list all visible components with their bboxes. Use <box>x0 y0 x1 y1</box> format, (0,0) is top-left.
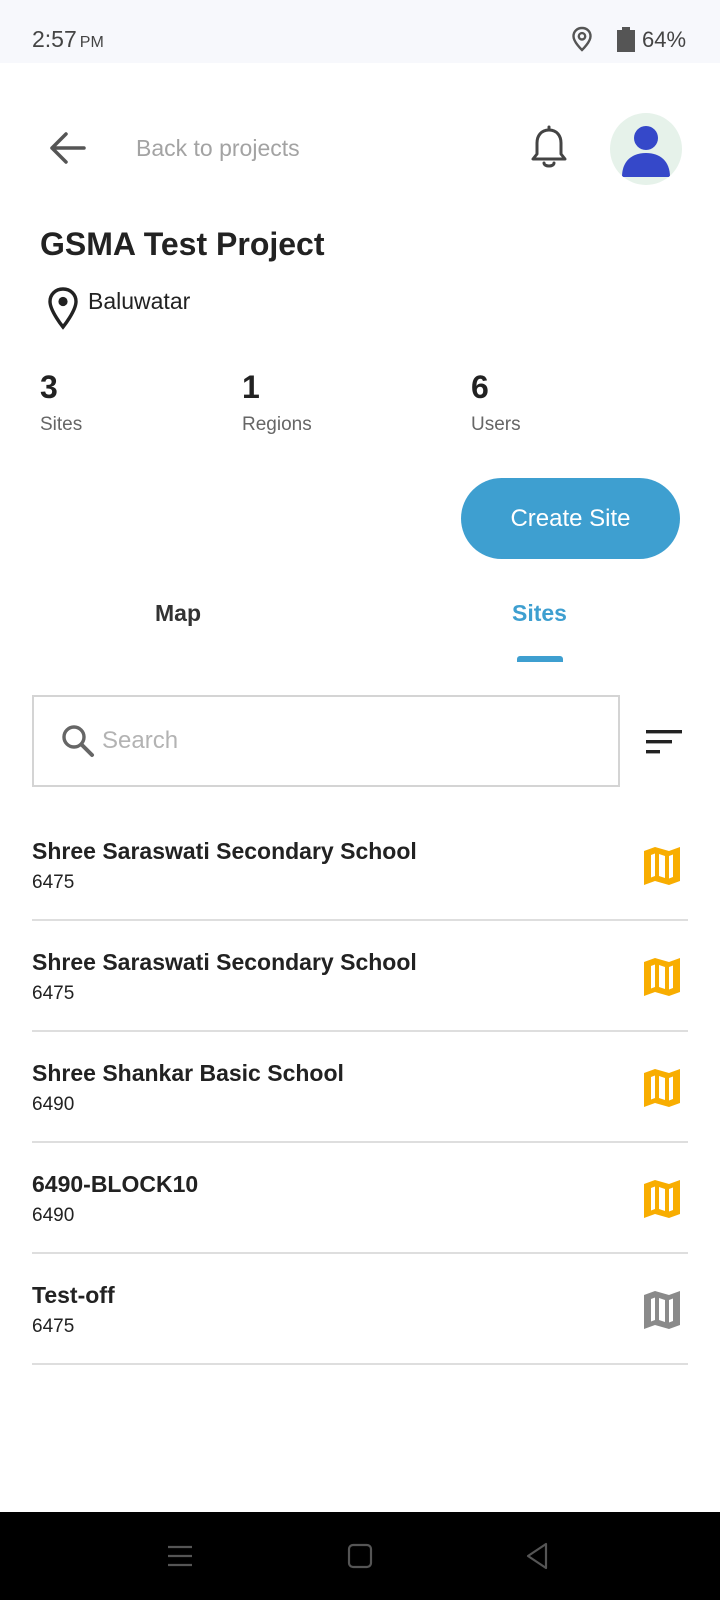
stat-value: 6 <box>471 369 489 405</box>
avatar-user-icon <box>622 126 670 177</box>
system-nav-bar <box>0 1512 720 1600</box>
stat-label: Sites <box>40 414 83 435</box>
site-code: 6475 <box>32 872 75 893</box>
site-name: Shree Saraswati Secondary School <box>32 949 417 975</box>
tab-map[interactable]: Map <box>155 600 201 627</box>
arrow-back-icon[interactable] <box>44 124 92 172</box>
site-code: 6475 <box>32 1316 75 1337</box>
site-list: Shree Saraswati Secondary School 6475 Sh… <box>32 810 688 1365</box>
status-time-ampm: PM <box>79 34 104 51</box>
tab-sites[interactable]: Sites <box>512 600 567 627</box>
tab-active-indicator <box>517 656 563 662</box>
back-triangle-icon[interactable] <box>522 1540 554 1572</box>
home-square-icon[interactable] <box>344 1540 376 1572</box>
map-icon[interactable] <box>642 1179 682 1219</box>
battery-percentage: 64% <box>642 27 687 52</box>
map-icon[interactable] <box>642 1290 682 1330</box>
map-icon[interactable] <box>642 1068 682 1108</box>
battery-icon <box>617 27 635 52</box>
page-title: GSMA Test Project <box>40 226 325 262</box>
map-icon[interactable] <box>642 846 682 886</box>
site-name: Shree Saraswati Secondary School <box>32 838 417 864</box>
list-item[interactable]: 6490-BLOCK10 6490 <box>32 1143 688 1254</box>
site-name: Test-off <box>32 1282 115 1308</box>
site-code: 6490 <box>32 1094 75 1115</box>
stat-label: Users <box>471 414 521 435</box>
bell-icon[interactable] <box>528 124 570 172</box>
map-icon[interactable] <box>642 957 682 997</box>
list-item[interactable]: Shree Shankar Basic School 6490 <box>32 1032 688 1143</box>
stat-users: 6 Users <box>471 369 521 436</box>
search-icon <box>62 725 94 757</box>
status-time-value: 2:57 <box>32 26 77 52</box>
location-icon <box>572 26 592 52</box>
create-site-button[interactable]: Create Site <box>461 478 680 559</box>
menu-icon[interactable] <box>164 1540 196 1572</box>
site-code: 6475 <box>32 983 75 1004</box>
stat-sites: 3 Sites <box>40 369 82 436</box>
location-pin-icon <box>48 287 78 330</box>
status-time: 2:57 PM <box>32 26 104 53</box>
sort-filter-icon[interactable] <box>644 726 684 758</box>
status-bar: 2:57 PM 64% <box>0 0 720 63</box>
stat-value: 3 <box>40 369 58 405</box>
site-code: 6490 <box>32 1205 75 1226</box>
site-name: Shree Shankar Basic School <box>32 1060 344 1086</box>
avatar[interactable] <box>610 113 682 185</box>
list-item[interactable]: Shree Saraswati Secondary School 6475 <box>32 921 688 1032</box>
back-to-projects-link[interactable]: Back to projects <box>136 135 300 162</box>
list-item[interactable]: Shree Saraswati Secondary School 6475 <box>32 810 688 921</box>
stat-regions: 1 Regions <box>242 369 312 436</box>
stat-value: 1 <box>242 369 260 405</box>
search-input[interactable] <box>102 719 602 763</box>
project-location: Baluwatar <box>88 288 191 314</box>
search-box <box>32 695 620 787</box>
site-name: 6490-BLOCK10 <box>32 1171 199 1197</box>
list-item[interactable]: Test-off 6475 <box>32 1254 688 1365</box>
stat-label: Regions <box>242 414 312 435</box>
